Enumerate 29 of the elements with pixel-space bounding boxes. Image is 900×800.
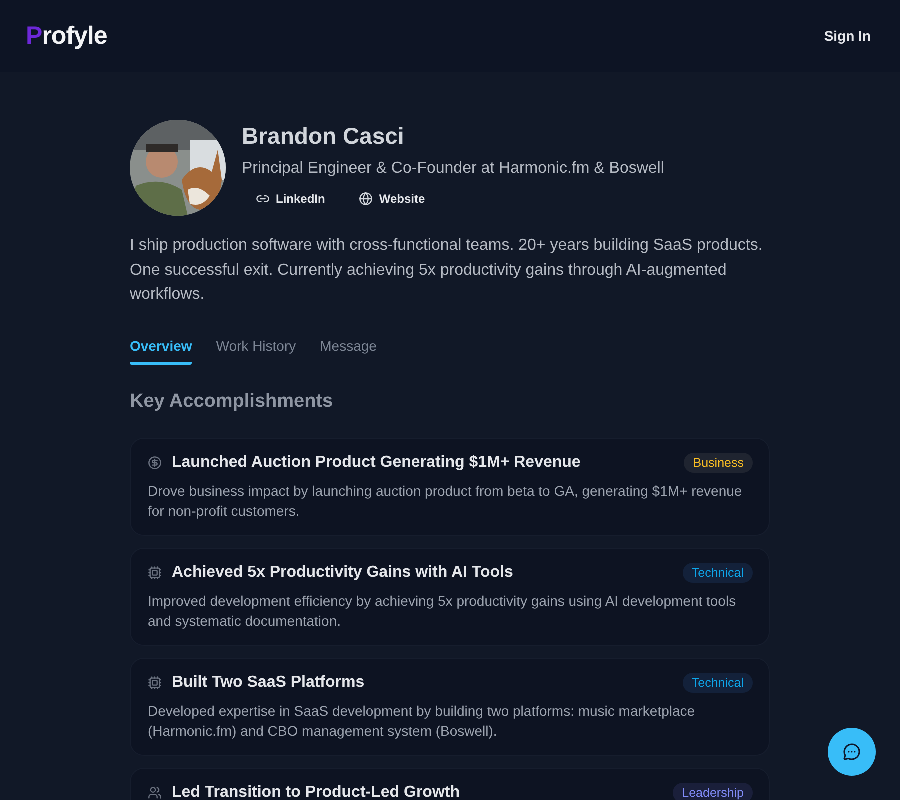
dollar-coin-icon — [148, 456, 162, 470]
logo[interactable]: Profyle — [26, 22, 108, 50]
globe-icon — [359, 192, 374, 206]
category-tag: Business — [684, 452, 753, 472]
section-title: Key Accomplishments — [130, 390, 334, 412]
accomplishment-title: Achieved 5x Productivity Gains with AI Tools — [172, 564, 514, 582]
category-tag: Technical — [682, 672, 753, 692]
tab[interactable]: Overview — [130, 332, 192, 364]
category-tag: Leadership — [673, 782, 753, 800]
accomplishment-description: Drove business impact by launching auction product from beta to GA, generating $1M+ revenue for non-profit customers. — [148, 482, 744, 520]
sign-in-link[interactable]: Sign In — [824, 28, 871, 44]
chip-icon — [148, 676, 162, 690]
category-tag: Technical — [682, 562, 753, 582]
chat-button[interactable] — [828, 728, 876, 776]
chip-icon — [148, 566, 162, 580]
people-icon — [148, 786, 162, 800]
tab[interactable]: Message — [320, 332, 377, 364]
tab[interactable]: Work History — [216, 332, 296, 364]
profile-bio: I ship production software with cross-functional teams. 20+ years building SaaS products. One successful exit. Currently achieving 5x productivity gains through AI-augmented workflows. — [130, 236, 764, 305]
profile-link[interactable]: LinkedIn — [256, 192, 326, 206]
profile-headline: Principal Engineer & Co-Founder at Harmonic.fm & Boswell — [242, 160, 664, 178]
accomplishment-title: Launched Auction Product Generating $1M+ Revenue — [172, 454, 582, 472]
accomplishment-description: Improved development efficiency by achieving 5x productivity gains using AI development tools and systematic documentation. — [148, 592, 738, 630]
profile-name: Brandon Casci — [242, 123, 406, 150]
accomplishment-description: Developed expertise in SaaS development by building two platforms: music marketplace (Harmonic.fm) and CBO management system (Boswell). — [148, 702, 696, 740]
profile-link[interactable]: Website — [359, 192, 426, 206]
chat-icon — [843, 743, 861, 761]
accomplishment-title: Led Transition to Product-Led Growth — [172, 784, 461, 800]
accomplishment-title: Built Two SaaS Platforms — [172, 674, 366, 692]
